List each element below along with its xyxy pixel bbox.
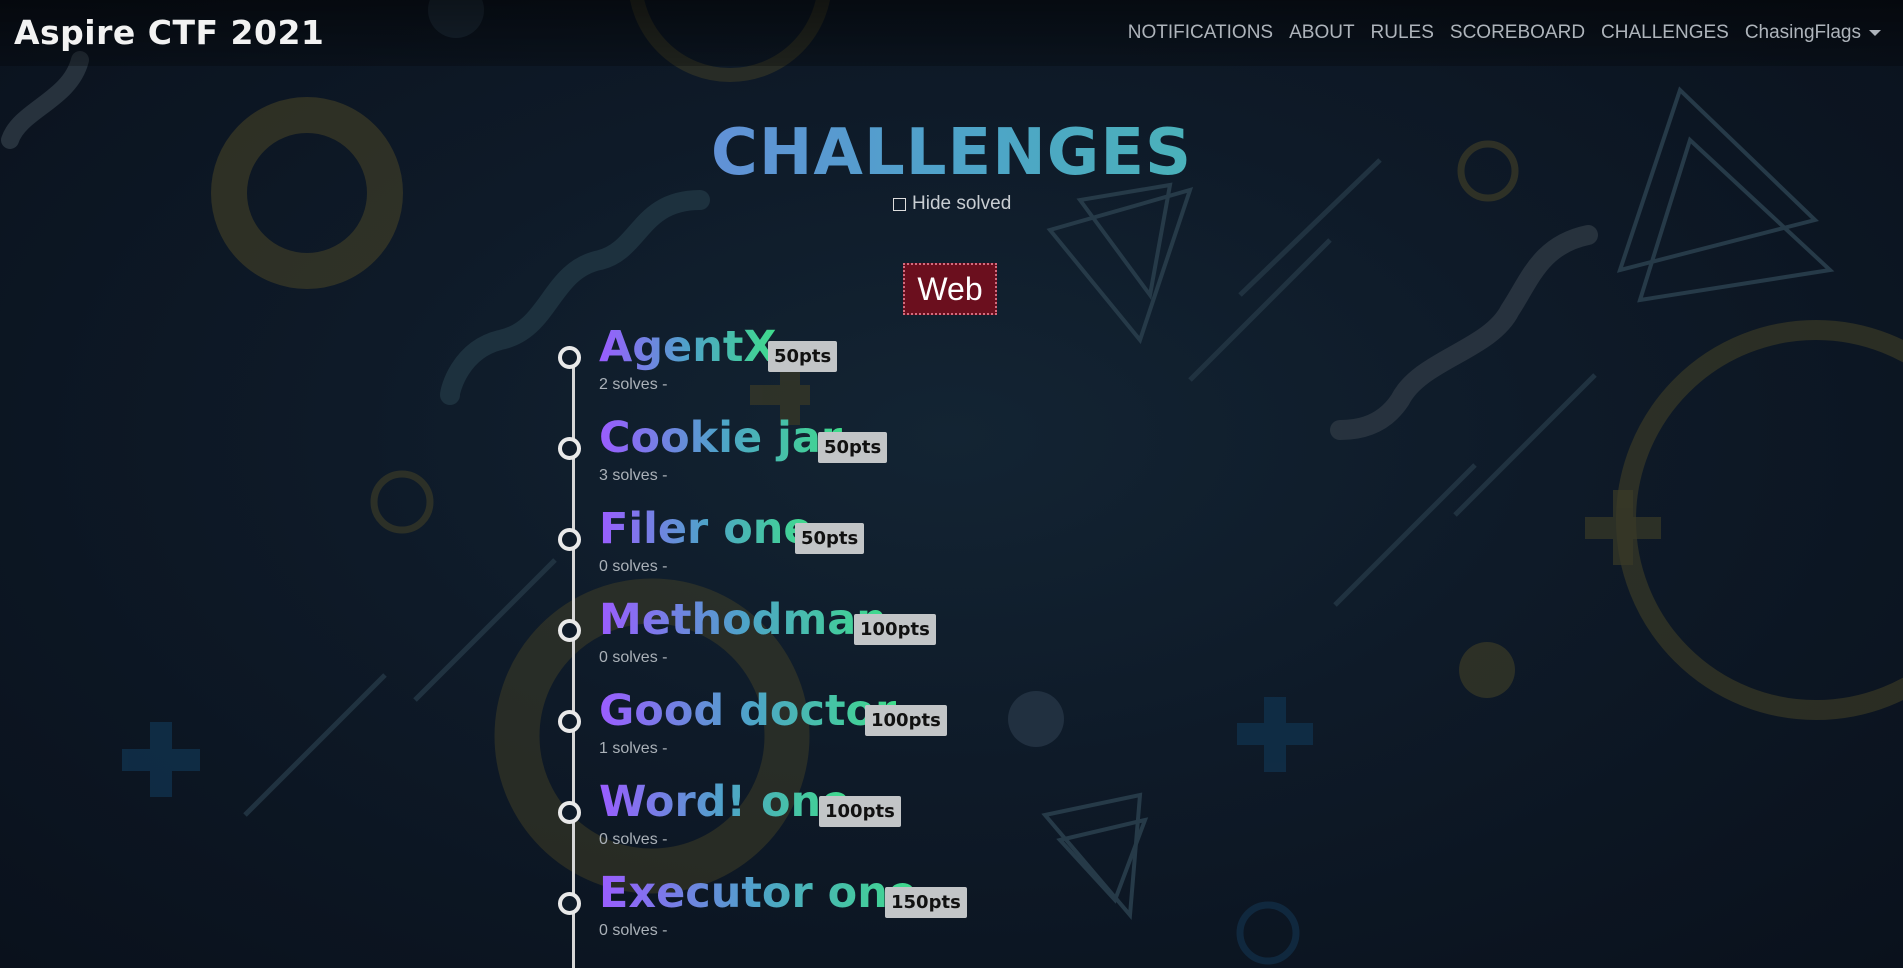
solves-count: 0 solves - <box>599 831 668 848</box>
solves-count: 1 solves - <box>599 740 668 757</box>
page-title: CHALLENGES <box>0 116 1903 190</box>
timeline-node-icon <box>558 437 581 460</box>
nav-notifications[interactable]: NOTIFICATIONS <box>1128 22 1273 44</box>
timeline-node-icon <box>558 710 581 733</box>
top-navbar: Aspire CTF 2021 NOTIFICATIONS ABOUT RULE… <box>0 0 1903 66</box>
points-badge: 150pts <box>885 887 967 918</box>
nav-menu: NOTIFICATIONS ABOUT RULES SCOREBOARD CHA… <box>1128 22 1881 44</box>
points-badge: 50pts <box>818 432 888 463</box>
solves-count: 0 solves - <box>599 922 668 939</box>
solves-count: 3 solves - <box>599 467 668 484</box>
solves-count: 0 solves - <box>599 649 668 666</box>
timeline-node-icon <box>558 619 581 642</box>
user-name: ChasingFlags <box>1744 22 1861 43</box>
points-badge: 50pts <box>795 523 865 554</box>
challenge-name[interactable]: Executor one <box>599 868 917 918</box>
nav-challenges[interactable]: CHALLENGES <box>1601 22 1729 44</box>
nav-rules[interactable]: RULES <box>1371 22 1434 44</box>
hide-solved-label: Hide solved <box>912 193 1012 214</box>
timeline-node-icon <box>558 346 581 369</box>
challenge-name[interactable]: Good doctor <box>599 686 896 736</box>
solves-count: 2 solves - <box>599 376 668 393</box>
points-badge: 50pts <box>768 341 838 372</box>
hide-solved-checkbox[interactable] <box>893 197 906 211</box>
timeline-node-icon <box>558 892 581 915</box>
timeline-node-icon <box>558 528 581 551</box>
category-web-button[interactable]: Web <box>903 263 997 315</box>
timeline-node-icon <box>558 801 581 824</box>
user-dropdown[interactable]: ChasingFlags <box>1745 22 1881 44</box>
points-badge: 100pts <box>854 614 936 645</box>
challenge-name[interactable]: Methodman <box>599 595 887 645</box>
challenge-name[interactable]: Cookie jar <box>599 413 842 463</box>
chevron-down-icon <box>1869 29 1881 36</box>
hide-solved-toggle[interactable]: Hide solved <box>893 193 1011 215</box>
points-badge: 100pts <box>819 796 901 827</box>
nav-about[interactable]: ABOUT <box>1289 22 1354 44</box>
solves-count: 0 solves - <box>599 558 668 575</box>
brand-logo[interactable]: Aspire CTF 2021 <box>14 13 324 52</box>
challenge-name[interactable]: Filer one <box>599 504 813 554</box>
challenge-name[interactable]: AgentX <box>599 322 777 372</box>
challenge-name[interactable]: Word! one <box>599 777 850 827</box>
nav-scoreboard[interactable]: SCOREBOARD <box>1450 22 1585 44</box>
points-badge: 100pts <box>865 705 947 736</box>
